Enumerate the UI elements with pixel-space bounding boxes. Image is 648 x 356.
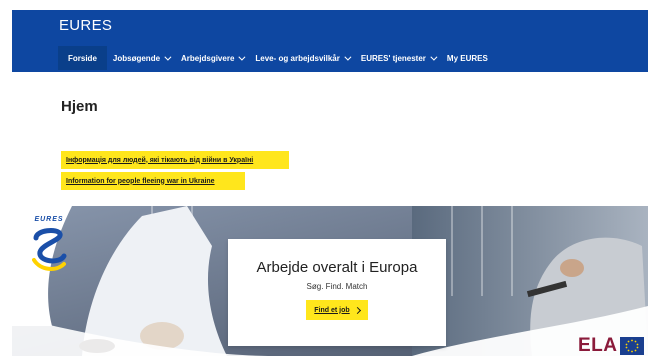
nav-label: My EURES xyxy=(446,53,488,63)
nav-item-leve-og-arbejdsvilkar[interactable]: Leve- og arbejdsvilkår xyxy=(249,46,354,70)
ukraine-info-link-ukrainian[interactable]: Інформація для людей, які тікають від ві… xyxy=(61,151,289,169)
ela-logo-text: ELA xyxy=(578,335,618,356)
hero-subtitle: Søg. Find. Match xyxy=(306,282,368,291)
chevron-down-icon xyxy=(164,53,172,61)
eures-logo: EURES xyxy=(30,216,68,274)
find-job-label: Find et job xyxy=(314,306,350,314)
nav-label: Arbejdsgivere xyxy=(181,53,235,63)
nav-label: Leve- og arbejdsvilkår xyxy=(255,53,340,63)
ukraine-info-link-english[interactable]: Information for people fleeing war in Uk… xyxy=(61,172,245,190)
eures-s-icon xyxy=(32,228,67,271)
nav-item-forside[interactable]: Forside xyxy=(58,46,107,70)
nav-label: Forside xyxy=(68,53,97,63)
hero-card: Arbejde overalt i Europa Søg. Find. Matc… xyxy=(228,239,446,346)
chevron-down-icon xyxy=(238,53,246,61)
eures-logo-text: EURES xyxy=(34,216,64,223)
hero-banner: EURES Arbejde overalt i Europa Søg. Find… xyxy=(12,206,648,356)
ela-logo: ELA xyxy=(578,330,644,356)
nav-label: EURES' tjenester xyxy=(360,53,426,63)
main-nav: Forside Jobsøgende Arbejdsgivere Leve- o… xyxy=(58,46,494,70)
site-header: EURES Forside Jobsøgende Arbejdsgivere L… xyxy=(12,10,648,72)
chevron-down-icon xyxy=(430,53,438,61)
chevron-down-icon xyxy=(344,53,352,61)
nav-item-arbejdsgivere[interactable]: Arbejdsgivere xyxy=(175,46,249,70)
eu-flag-icon xyxy=(619,337,644,355)
page-title: Hjem xyxy=(61,98,98,115)
chevron-right-icon xyxy=(353,306,361,314)
find-job-button[interactable]: Find et job xyxy=(306,300,368,320)
nav-item-jobsogende[interactable]: Jobsøgende xyxy=(107,46,175,70)
hero-title: Arbejde overalt i Europa xyxy=(256,259,418,276)
nav-item-my-eures[interactable]: My EURES xyxy=(441,46,494,70)
nav-item-eures-tjenester[interactable]: EURES' tjenester xyxy=(355,46,441,70)
brand-logo[interactable]: EURES xyxy=(59,17,112,34)
nav-label: Jobsøgende xyxy=(112,53,161,63)
